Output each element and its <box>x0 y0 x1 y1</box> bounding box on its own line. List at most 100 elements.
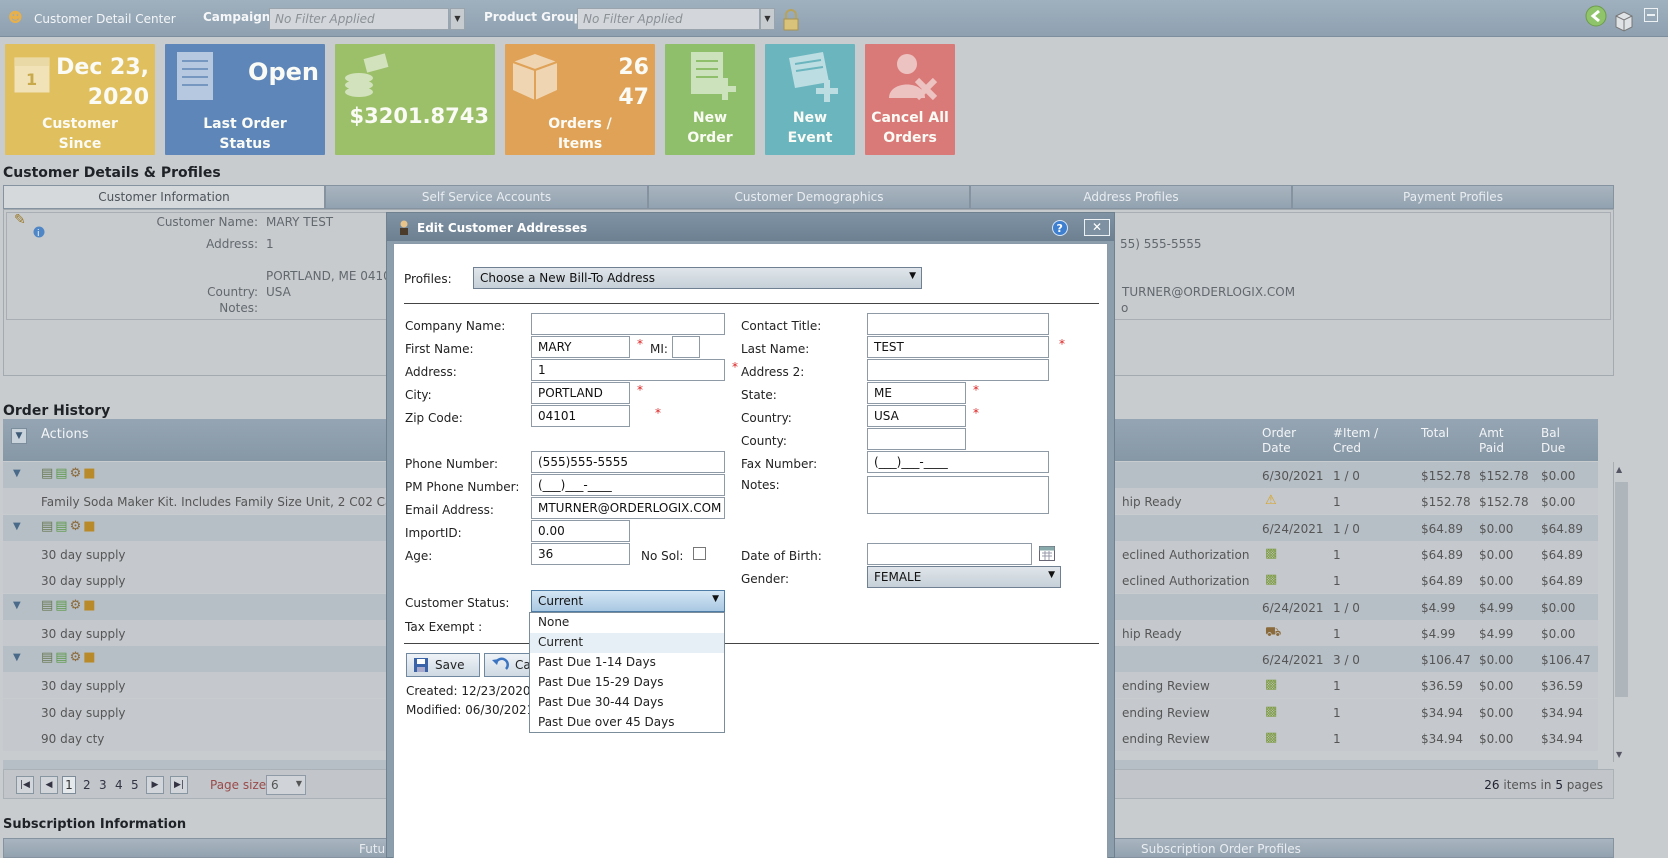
status-option-past-due-15-29[interactable]: Past Due 15-29 Days <box>530 673 724 693</box>
age-input[interactable]: 36 <box>531 543 630 565</box>
money-icon[interactable]: ▩ <box>1265 677 1277 692</box>
row-action-icons[interactable]: ▤▤⚙■ <box>41 519 98 534</box>
scroll-down-icon[interactable]: ▼ <box>1616 750 1622 759</box>
next-page-icon[interactable]: ▶ <box>146 776 164 794</box>
email-input[interactable]: MTURNER@ORDERLOGIX.COM <box>531 497 725 519</box>
package-icon[interactable]: ■ <box>83 519 97 534</box>
phone-input[interactable]: (555)555-5555 <box>531 451 725 473</box>
money-icon[interactable]: ▩ <box>1265 730 1277 745</box>
info-icon[interactable]: i <box>33 226 45 238</box>
minimize-button[interactable] <box>1644 8 1658 22</box>
zip-input[interactable]: 04101 <box>531 405 630 427</box>
address2-input[interactable] <box>867 359 1049 381</box>
cancel-all-orders-tile[interactable]: Cancel All Orders <box>865 44 955 155</box>
collapse-arrow-icon[interactable]: ▼ <box>13 468 21 479</box>
status-option-none[interactable]: None <box>530 613 724 633</box>
package-icon[interactable]: ■ <box>83 650 97 665</box>
order-history-scrollbar[interactable]: ▲ ▼ <box>1613 462 1629 762</box>
new-order-tile[interactable]: New Order <box>665 44 755 155</box>
package-icon[interactable] <box>1613 9 1635 33</box>
profiles-select[interactable]: Choose a New Bill-To Address ▼ <box>473 267 922 289</box>
details-icon[interactable]: ▤ <box>41 519 55 534</box>
gender-select[interactable]: FEMALE ▼ <box>867 566 1061 588</box>
item-cred-header[interactable]: #Item / Cred <box>1333 426 1393 456</box>
country-input[interactable]: USA <box>867 405 966 427</box>
page-4[interactable]: 4 <box>115 778 123 792</box>
package-icon[interactable]: ■ <box>83 598 97 613</box>
shipping-icon[interactable]: ⚙ <box>70 598 84 613</box>
contact-title-input[interactable] <box>867 313 1049 335</box>
new-event-tile[interactable]: New Event <box>765 44 855 155</box>
campaign-dropdown-button[interactable]: ▼ <box>450 8 465 30</box>
tab-subscription-order-profiles[interactable]: Subscription Order Profiles <box>1141 842 1301 856</box>
bal-due-header[interactable]: Bal Due <box>1541 426 1581 456</box>
city-input[interactable]: PORTLAND <box>531 382 630 404</box>
product-group-select[interactable]: No Filter Applied <box>577 8 760 30</box>
prev-page-icon[interactable]: ◀ <box>40 776 58 794</box>
last-page-icon[interactable]: ▶| <box>170 776 188 794</box>
scroll-thumb[interactable] <box>1615 482 1628 697</box>
order-date-header[interactable]: Order Date <box>1262 426 1312 456</box>
calendar-picker-icon[interactable] <box>1039 546 1055 561</box>
money-icon[interactable]: ▩ <box>1265 704 1277 719</box>
page-size-select[interactable]: 6 ▼ <box>266 775 306 795</box>
collapse-arrow-icon[interactable]: ▼ <box>13 600 21 611</box>
shipping-icon[interactable]: ⚙ <box>70 650 84 665</box>
amt-paid-header[interactable]: Amt Paid <box>1479 426 1519 456</box>
county-input[interactable] <box>867 428 966 450</box>
fax-input[interactable]: (___)___-____ <box>867 451 1049 473</box>
product-group-dropdown-button[interactable]: ▼ <box>760 8 775 30</box>
row-action-icons[interactable]: ▤▤⚙■ <box>41 650 98 665</box>
scroll-up-icon[interactable]: ▲ <box>1616 465 1622 474</box>
tab-customer-information[interactable]: Customer Information <box>3 185 325 209</box>
shipping-icon[interactable]: ⚙ <box>70 466 84 481</box>
save-button[interactable]: Save <box>406 653 480 677</box>
status-option-past-due-30-44[interactable]: Past Due 30-44 Days <box>530 693 724 713</box>
page-1[interactable]: 1 <box>62 776 76 794</box>
edit-pencil-icon[interactable]: ✎ <box>14 212 26 228</box>
warning-icon[interactable]: ⚠ <box>1265 493 1277 508</box>
page-5[interactable]: 5 <box>131 778 139 792</box>
tab-payment-profiles[interactable]: Payment Profiles <box>1292 185 1614 209</box>
last-name-input[interactable]: TEST <box>867 336 1049 358</box>
total-header[interactable]: Total <box>1421 426 1449 440</box>
status-option-past-due-over-45[interactable]: Past Due over 45 Days <box>530 713 724 733</box>
details-icon[interactable]: ▤ <box>41 650 55 665</box>
package-icon[interactable]: ■ <box>83 466 97 481</box>
no-sol-checkbox[interactable] <box>693 547 706 560</box>
notes-icon[interactable]: ▤ <box>55 598 69 613</box>
notes-icon[interactable]: ▤ <box>55 519 69 534</box>
back-arrow-icon[interactable] <box>1585 5 1607 27</box>
row-action-icons[interactable]: ▤▤⚙■ <box>41 466 98 481</box>
close-button[interactable]: ✕ <box>1084 219 1110 236</box>
notes-input[interactable] <box>867 476 1049 514</box>
shipping-icon[interactable]: ⚙ <box>70 519 84 534</box>
help-icon[interactable]: ? <box>1052 220 1068 236</box>
tab-address-profiles[interactable]: Address Profiles <box>970 185 1292 209</box>
mi-input[interactable] <box>672 336 700 358</box>
campaign-select[interactable]: No Filter Applied <box>269 8 449 30</box>
row-action-icons[interactable]: ▤▤⚙■ <box>41 598 98 613</box>
dob-input[interactable] <box>867 543 1032 565</box>
shipping-money-icon[interactable]: ⛟ <box>1265 625 1281 642</box>
import-id-input[interactable]: 0.00 <box>531 520 630 542</box>
first-page-icon[interactable]: |◀ <box>16 776 34 794</box>
pm-phone-input[interactable]: (___)___-____ <box>531 474 725 496</box>
company-input[interactable] <box>531 313 725 335</box>
address-input[interactable]: 1 <box>531 359 725 381</box>
state-input[interactable]: ME <box>867 382 966 404</box>
status-option-past-due-1-14[interactable]: Past Due 1-14 Days <box>530 653 724 673</box>
details-icon[interactable]: ▤ <box>41 466 55 481</box>
first-name-input[interactable]: MARY <box>531 336 630 358</box>
money-icon[interactable]: ▩ <box>1265 546 1277 561</box>
customer-status-select[interactable]: Current ▼ <box>531 590 725 612</box>
notes-icon[interactable]: ▤ <box>55 650 69 665</box>
details-icon[interactable]: ▤ <box>41 598 55 613</box>
expand-all-icon[interactable]: ▼ <box>11 428 27 444</box>
collapse-arrow-icon[interactable]: ▼ <box>13 652 21 663</box>
page-2[interactable]: 2 <box>83 778 91 792</box>
collapse-arrow-icon[interactable]: ▼ <box>13 521 21 532</box>
notes-icon[interactable]: ▤ <box>55 466 69 481</box>
lock-icon[interactable] <box>782 9 800 31</box>
money-icon[interactable]: ▩ <box>1265 572 1277 587</box>
